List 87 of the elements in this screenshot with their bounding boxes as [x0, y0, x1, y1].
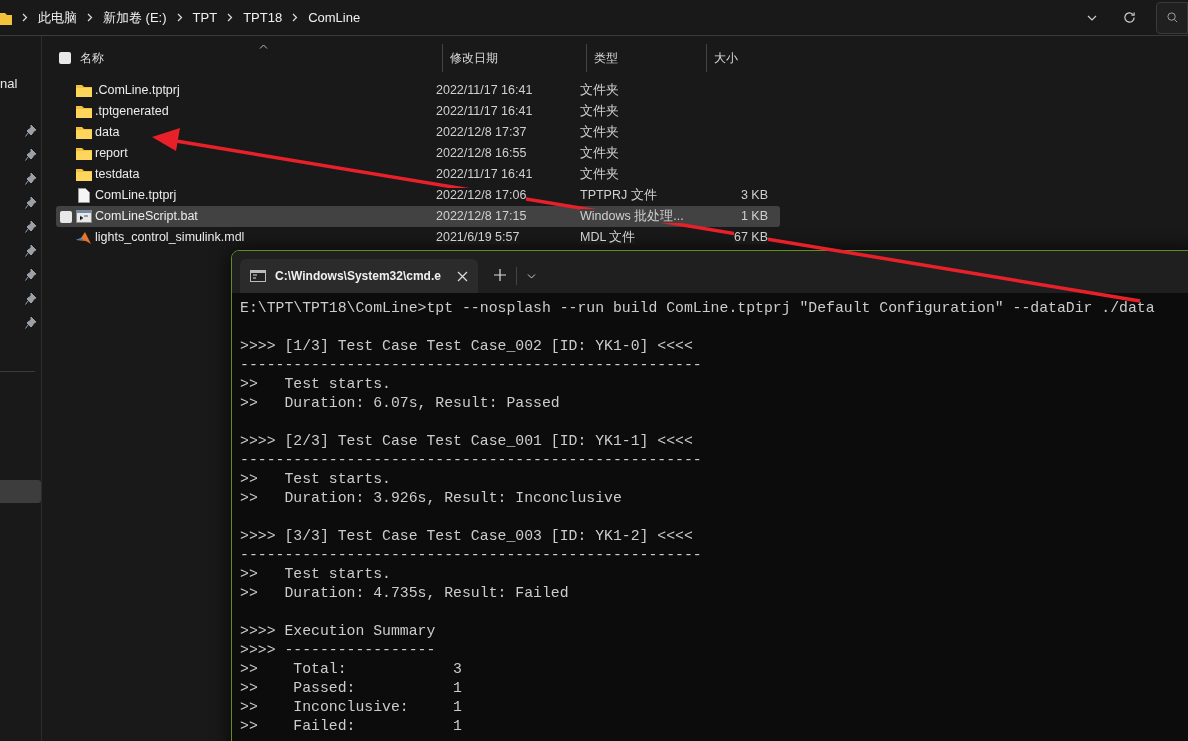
terminal-line: >> Failed: 1	[240, 717, 463, 736]
folder-icon	[0, 10, 12, 25]
terminal-line: >> Duration: 3.926s, Result: Inconclusive	[240, 489, 623, 508]
pin-icon[interactable]	[25, 124, 37, 138]
new-tab-icon[interactable]	[494, 269, 506, 281]
file-name: report	[95, 145, 129, 163]
file-type: 文件夹	[580, 146, 619, 161]
file-name: testdata	[95, 166, 141, 184]
sidebar-item[interactable]: nal	[0, 74, 18, 94]
terminal-line: >>>> [2/3] Test Case Test Case_001 [ID: YK1-1] <<<<	[240, 432, 694, 451]
terminal-line: >> Duration: 4.735s, Result: Failed	[240, 584, 570, 603]
terminal-line: >> Total: 3	[240, 660, 463, 679]
file-type: TPTPRJ 文件	[580, 188, 657, 203]
file-name: .ComLine.tptprj	[95, 82, 181, 100]
pin-icon[interactable]	[25, 268, 37, 282]
search-icon	[1167, 12, 1178, 23]
terminal-tab[interactable]: C:\Windows\System32\cmd.e	[240, 259, 478, 293]
terminal-line: ----------------------------------------------------	[240, 356, 703, 375]
file-row[interactable]: ComLineScript.bat 2022/12/8 17:15 Windows 批处理... 1 KB	[56, 206, 780, 227]
terminal-line: >> Test starts.	[240, 565, 392, 584]
column-header[interactable]: 修改日期	[442, 44, 586, 72]
pin-icon[interactable]	[25, 172, 37, 186]
breadcrumb-item[interactable]: TPT18	[243, 7, 283, 28]
modified-date: 2022/12/8 17:06	[436, 188, 527, 203]
chevron-icon	[22, 13, 28, 22]
terminal-line: >> Passed: 1	[240, 679, 463, 698]
column-header[interactable]: 名称	[80, 44, 442, 72]
file-row[interactable]: ComLine.tptprj 2022/12/8 17:06 TPTPRJ 文件 3 KB	[56, 185, 780, 206]
folder-icon	[76, 168, 92, 181]
search-field[interactable]	[1156, 1, 1188, 34]
terminal-line: >> Duration: 6.07s, Result: Passed	[240, 394, 561, 413]
file-type: 文件夹	[580, 167, 619, 182]
file-type: 文件夹	[580, 104, 619, 119]
script-icon	[76, 210, 92, 223]
close-icon[interactable]	[457, 270, 468, 282]
terminal-line: >>>> [1/3] Test Case Test Case_002 [ID: YK1-0] <<<<	[240, 337, 694, 356]
breadcrumb-item[interactable]: 此电脑	[38, 7, 77, 28]
terminal-line: >>>> [3/3] Test Case Test Case_003 [ID: YK1-2] <<<<	[240, 527, 694, 546]
terminal-line: ----------------------------------------------------	[240, 546, 703, 565]
terminal-line: >> Test starts.	[240, 470, 392, 489]
file-name: ComLineScript.bat	[95, 208, 199, 226]
file-name: lights_control_simulink.mdl	[95, 229, 246, 247]
pin-icon[interactable]	[25, 220, 37, 234]
dropdown-icon[interactable]	[1087, 14, 1097, 21]
terminal-line: >>>> -----------------	[240, 641, 437, 660]
folder-icon	[76, 84, 92, 97]
file-name: data	[95, 124, 121, 142]
tab-title: C:\Windows\System32\cmd.e	[275, 268, 442, 285]
file-type: MDL 文件	[580, 230, 636, 245]
terminal-line: >> Inconclusive: 1	[240, 698, 463, 717]
breadcrumb-item[interactable]: ComLine	[308, 7, 361, 28]
folder-icon	[76, 147, 92, 160]
chevron-icon	[227, 13, 234, 22]
select-all-checkbox[interactable]	[59, 52, 71, 64]
file-type: 文件夹	[580, 125, 619, 140]
terminal-line: >> Test starts.	[240, 375, 392, 394]
chevron-icon	[87, 13, 93, 22]
file-type: 文件夹	[580, 83, 619, 98]
file-row[interactable]: lights_control_simulink.mdl 2021/6/19 5:57 MDL 文件 67 KB	[56, 227, 780, 248]
column-header[interactable]: 大小	[706, 44, 786, 72]
pin-icon[interactable]	[25, 148, 37, 162]
pin-icon[interactable]	[25, 196, 37, 210]
pin-icon[interactable]	[25, 316, 37, 330]
chevron-icon	[292, 13, 299, 22]
chevron-icon	[176, 13, 183, 22]
column-header[interactable]: 类型	[586, 44, 706, 72]
file-name: ComLine.tptprj	[95, 187, 178, 205]
terminal-line: E:\TPT\TPT18\ComLine>tpt --nosplash --run build ComLine.tptprj "Default Configuration" --dataDir ./data	[240, 299, 1156, 318]
file-row[interactable]: testdata 2022/11/17 16:41 文件夹	[56, 164, 780, 185]
document-icon	[76, 188, 92, 203]
matlab-icon	[76, 230, 92, 245]
pin-icon[interactable]	[25, 244, 37, 258]
row-checkbox[interactable]	[60, 210, 72, 223]
breadcrumb-item[interactable]: TPT	[192, 7, 218, 28]
file-row[interactable]: report 2022/12/8 16:55 文件夹	[56, 143, 780, 164]
file-type: Windows 批处理...	[580, 209, 684, 224]
file-name: .tptgenerated	[95, 103, 170, 121]
breadcrumb-item[interactable]: 新加卷 (E:)	[103, 7, 167, 28]
pin-icon[interactable]	[25, 292, 37, 306]
refresh-icon[interactable]	[1123, 11, 1136, 24]
file-row[interactable]: .ComLine.tptprj 2022/11/17 16:41 文件夹	[56, 80, 780, 101]
terminal-line: >>>> Execution Summary	[240, 622, 437, 641]
folder-icon	[76, 105, 92, 118]
terminal-icon	[250, 270, 266, 282]
folder-icon	[76, 126, 92, 139]
file-row[interactable]: .tptgenerated 2022/11/17 16:41 文件夹	[56, 101, 780, 122]
terminal-line: ----------------------------------------------------	[240, 451, 703, 470]
